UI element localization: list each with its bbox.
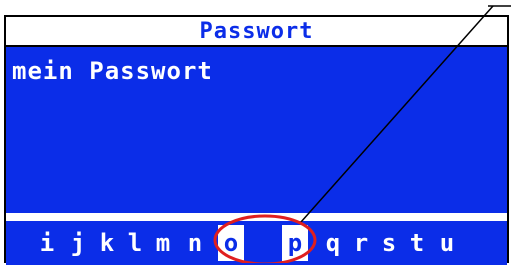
char-key[interactable]: i xyxy=(36,227,58,259)
password-value: mein Passwort xyxy=(12,57,213,85)
char-key[interactable]: q xyxy=(322,227,344,259)
char-key[interactable]: r xyxy=(350,227,372,259)
lcd-screen: Passwort mein Passwort i j k l m n o p q… xyxy=(4,15,509,265)
char-key[interactable]: k xyxy=(96,227,118,259)
character-selector[interactable]: i j k l m n o p q r s t u xyxy=(6,221,507,265)
char-key[interactable]: l xyxy=(124,227,146,259)
char-key[interactable]: u xyxy=(436,227,458,259)
char-key[interactable]: j xyxy=(67,227,89,259)
char-key-selected[interactable]: o xyxy=(218,225,244,261)
separator xyxy=(6,213,507,221)
char-key-selected[interactable]: p xyxy=(282,225,308,261)
char-key[interactable]: t xyxy=(406,227,428,259)
char-key[interactable]: n xyxy=(184,227,206,259)
char-key[interactable]: m xyxy=(152,227,174,259)
dialog-title: Passwort xyxy=(6,17,507,47)
char-key[interactable]: s xyxy=(378,227,400,259)
password-entry-area[interactable]: mein Passwort xyxy=(6,47,507,213)
